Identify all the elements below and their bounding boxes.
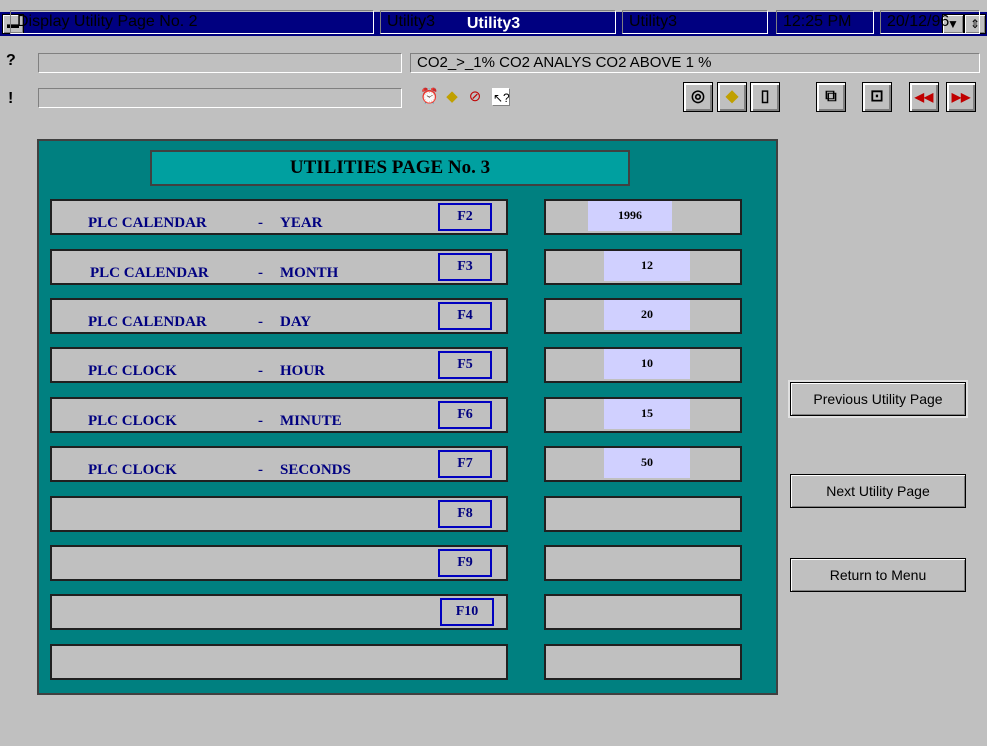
row-value: 1996 bbox=[588, 201, 672, 231]
warning-button[interactable]: ◆ bbox=[717, 82, 747, 112]
utility-row: F8 bbox=[50, 496, 508, 532]
row-value: 12 bbox=[604, 251, 690, 281]
status-message: Display Utility Page No. 2 bbox=[10, 10, 374, 34]
row-label-separator: - bbox=[258, 215, 263, 231]
row-label-separator: - bbox=[258, 462, 263, 478]
exit-button[interactable]: ⊡ bbox=[862, 82, 892, 112]
function-key-f6[interactable]: F6 bbox=[438, 401, 492, 429]
value-box bbox=[544, 545, 742, 581]
alarm-clock-button[interactable]: ◎ bbox=[683, 82, 713, 112]
utility-row: PLC CLOCK - HOUR F5 bbox=[50, 347, 508, 383]
page-button[interactable]: ▯ bbox=[750, 82, 780, 112]
row-label-right: SECONDS bbox=[280, 462, 351, 478]
status-date: 20/12/96 bbox=[880, 10, 980, 34]
help-mark: ? bbox=[6, 52, 16, 69]
warning-diamond-icon[interactable]: ◆ bbox=[443, 88, 461, 106]
function-key-f8[interactable]: F8 bbox=[438, 500, 492, 528]
status-node-1: Utility3 bbox=[380, 10, 616, 34]
alarm-field-1 bbox=[38, 53, 402, 73]
value-box bbox=[544, 644, 742, 680]
row-label-right: YEAR bbox=[280, 215, 323, 231]
function-key-f4[interactable]: F4 bbox=[438, 302, 492, 330]
row-label-left: PLC CLOCK bbox=[88, 413, 177, 429]
value-box: 10 bbox=[544, 347, 742, 383]
alarm-clock-icon[interactable]: ⏰ bbox=[420, 88, 439, 106]
utility-row: PLC CLOCK - SECONDS F7 bbox=[50, 446, 508, 482]
row-label-left: PLC CLOCK bbox=[88, 363, 177, 379]
row-value: 20 bbox=[604, 300, 690, 330]
function-key-f10[interactable]: F10 bbox=[440, 598, 494, 626]
row-label-separator: - bbox=[258, 314, 263, 330]
function-key-f9[interactable]: F9 bbox=[438, 549, 492, 577]
value-box: 1996 bbox=[544, 199, 742, 235]
function-key-f7[interactable]: F7 bbox=[438, 450, 492, 478]
row-label-right: MONTH bbox=[280, 265, 339, 281]
row-label-right: HOUR bbox=[280, 363, 325, 379]
page-title: UTILITIES PAGE No. 3 bbox=[150, 150, 630, 186]
alarm-field-2 bbox=[38, 88, 402, 108]
row-label-left: PLC CALENDAR bbox=[88, 314, 207, 330]
row-value: 15 bbox=[604, 399, 690, 429]
help-pointer-icon[interactable]: ↖? bbox=[492, 88, 510, 106]
silence-icon[interactable]: ⊘ bbox=[466, 88, 484, 106]
value-box: 15 bbox=[544, 397, 742, 433]
row-label-left: PLC CALENDAR bbox=[88, 215, 207, 231]
alert-mark: ! bbox=[8, 90, 14, 107]
utility-row: F10 bbox=[50, 594, 508, 630]
row-label-right: MINUTE bbox=[280, 413, 342, 429]
function-key-f2[interactable]: F2 bbox=[438, 203, 492, 231]
row-label-separator: - bbox=[258, 363, 263, 379]
value-box: 12 bbox=[544, 249, 742, 285]
row-label-left: PLC CALENDAR bbox=[90, 265, 209, 281]
utility-row: PLC CALENDAR - YEAR F2 bbox=[50, 199, 508, 235]
status-time: 12:25 PM bbox=[776, 10, 874, 34]
row-label-separator: - bbox=[258, 413, 263, 429]
value-box: 50 bbox=[544, 446, 742, 482]
row-label-left: PLC CLOCK bbox=[88, 462, 177, 478]
value-box bbox=[544, 594, 742, 630]
row-label-right: DAY bbox=[280, 314, 312, 330]
function-key-f3[interactable]: F3 bbox=[438, 253, 492, 281]
status-node-2: Utility3 bbox=[622, 10, 768, 34]
utility-row: PLC CLOCK - MINUTE F6 bbox=[50, 397, 508, 433]
value-box: 20 bbox=[544, 298, 742, 334]
alarm-message: CO2_>_1% CO2 ANALYS CO2 ABOVE 1 % bbox=[410, 53, 980, 73]
utility-row: PLC CALENDAR - MONTH F3 bbox=[50, 249, 508, 285]
next-page-button[interactable]: Next Utility Page bbox=[790, 474, 966, 508]
rewind-button[interactable]: ◀◀ bbox=[909, 82, 939, 112]
return-menu-button[interactable]: Return to Menu bbox=[790, 558, 966, 592]
previous-page-button[interactable]: Previous Utility Page bbox=[790, 382, 966, 416]
row-value: 50 bbox=[604, 448, 690, 478]
utility-row: F9 bbox=[50, 545, 508, 581]
forward-button[interactable]: ▶▶ bbox=[946, 82, 976, 112]
value-box bbox=[544, 496, 742, 532]
utility-row: PLC CALENDAR - DAY F4 bbox=[50, 298, 508, 334]
function-key-f5[interactable]: F5 bbox=[438, 351, 492, 379]
row-value: 10 bbox=[604, 349, 690, 379]
row-label-separator: - bbox=[258, 265, 263, 281]
utility-row bbox=[50, 644, 508, 680]
copy-button[interactable]: ⧉ bbox=[816, 82, 846, 112]
